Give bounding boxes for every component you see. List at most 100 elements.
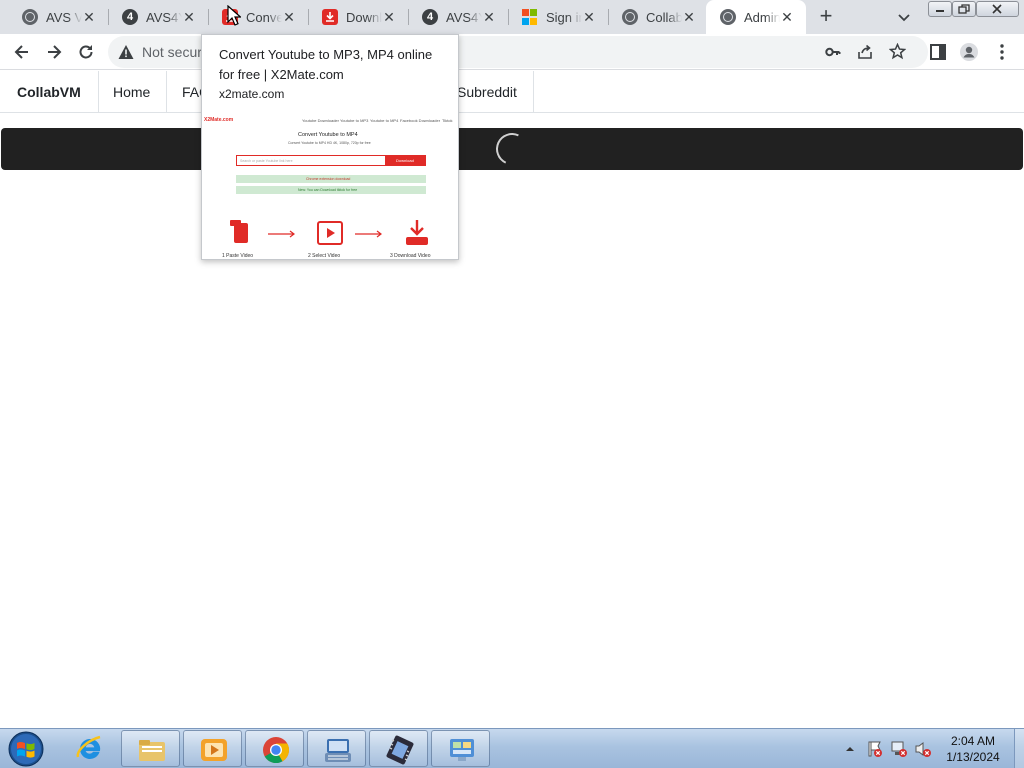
profile-icon[interactable] [959, 42, 979, 62]
close-window-button[interactable] [976, 1, 1019, 17]
back-arrow-icon[interactable] [12, 42, 32, 62]
thumb-search-input: Search or paste Youtube link here [236, 155, 386, 166]
taskbar-explorer[interactable] [121, 730, 180, 767]
tab-title: AVS4YOU [446, 10, 482, 25]
new-tab-button[interactable]: + [815, 5, 837, 28]
thumb-nav-item: Tiktok [442, 118, 453, 123]
restore-button[interactable] [952, 1, 976, 17]
tab-title: Convert [246, 10, 282, 25]
hover-card-domain: x2mate.com [219, 87, 285, 101]
thumb-notice: Chrome extension download [236, 175, 426, 183]
control-panel-icon [450, 739, 474, 761]
close-icon[interactable]: ✕ [482, 10, 496, 24]
tab-strip: AVS Video ✕ 4 AVS4YOU ✕ Convert ✕ Downlo [0, 0, 1024, 34]
close-icon[interactable]: ✕ [282, 10, 296, 24]
thumb-notice-text: Chrome extension download [306, 177, 351, 181]
tab-avs-video[interactable]: AVS Video ✕ [8, 0, 108, 34]
thumb-steps-icons [230, 220, 428, 245]
download-icon [410, 220, 424, 236]
tab-sign-in[interactable]: Sign in ✕ [508, 0, 608, 34]
browser-toolbar: Not secure [0, 34, 1024, 70]
globe-icon [22, 9, 38, 25]
menu-icon[interactable] [992, 42, 1012, 62]
media-player-icon [201, 739, 227, 761]
chrome-icon [263, 737, 290, 764]
tab-convert[interactable]: Convert ✕ [208, 0, 308, 34]
tab-separator [508, 9, 509, 25]
forward-arrow-icon[interactable] [44, 42, 64, 62]
nav-home[interactable]: Home [97, 71, 168, 113]
hover-card-thumbnail: X2Mate.com Youtube Downloader Youtube to… [202, 113, 458, 259]
share-icon[interactable] [857, 44, 873, 60]
tab-title: Download [346, 10, 382, 25]
thumb-step-label: 3 Download Video [390, 253, 431, 259]
close-window-icon [992, 4, 1002, 14]
close-icon[interactable]: ✕ [582, 10, 596, 24]
screen: AVS Video ✕ 4 AVS4YOU ✕ Convert ✕ Downlo [0, 0, 1024, 768]
tab-admin[interactable]: Admin ✕ [706, 0, 806, 34]
taskbar-keyboard[interactable] [307, 730, 366, 767]
taskbar-movie-maker[interactable] [369, 730, 428, 767]
thumb-input-placeholder: Search or paste Youtube link here [240, 159, 293, 163]
thumb-nav-item: Youtube to MP4 [370, 118, 399, 123]
thumb-notice-text: New: You can Download tiktok for free [298, 188, 358, 192]
tab-title: Sign in [546, 10, 582, 25]
close-icon[interactable]: ✕ [382, 10, 396, 24]
side-panel-icon[interactable] [928, 42, 948, 62]
close-icon[interactable]: ✕ [182, 10, 196, 24]
thumb-download-label: Download [396, 158, 414, 163]
tab-separator [308, 9, 309, 25]
restore-icon [958, 4, 970, 14]
tab-title: AVS Video [46, 10, 82, 25]
taskbar-media-player[interactable] [183, 730, 242, 767]
tab-title: Admin [744, 10, 780, 25]
thumb-nav-item: Youtube Downloader [302, 118, 339, 123]
clock-date: 1/13/2024 [946, 750, 1000, 764]
site-navbar: CollabVM Home FAQ Subreddit [0, 71, 1024, 113]
folder-icon [139, 740, 165, 761]
tab-collab[interactable]: Collab ✕ [608, 0, 708, 34]
clock-time: 2:04 AM [950, 734, 996, 748]
key-icon[interactable] [825, 44, 841, 60]
tab-separator [208, 9, 209, 25]
tab-hover-card: Convert Youtube to MP3, MP4 online for f… [201, 34, 459, 260]
hover-card-title: Convert Youtube to MP3, MP4 online for f… [219, 47, 433, 82]
thumb-nav-item: Facebook Downloader [400, 118, 441, 123]
warning-icon[interactable] [118, 44, 134, 60]
avs4you-icon: 4 [122, 9, 138, 25]
brand-link[interactable]: CollabVM [0, 71, 99, 113]
security-status-text: Not secure [142, 44, 210, 60]
thumb-logo: X2Mate.com [204, 117, 234, 123]
on-screen-keyboard-icon [325, 739, 351, 762]
network-icon[interactable] [890, 740, 908, 758]
close-icon[interactable]: ✕ [82, 10, 96, 24]
tab-search-icon[interactable] [896, 9, 912, 25]
volume-muted-icon[interactable] [914, 740, 932, 758]
minimize-button[interactable] [928, 1, 952, 17]
tab-avs4you-2[interactable]: 4 AVS4YOU ✕ [408, 0, 508, 34]
thumb-subheading: Convert Youtube to MP4 HD 4K, 1080p, 720… [288, 141, 371, 145]
tab-separator [408, 9, 409, 25]
thumb-nav-item: Youtube to MP3 [340, 118, 369, 123]
start-button[interactable] [6, 731, 46, 767]
thumb-step-label: 1 Paste Video [222, 253, 254, 259]
internet-explorer-icon [76, 735, 101, 759]
tab-separator [108, 9, 109, 25]
x2mate-icon [322, 9, 338, 25]
taskbar-control-panel[interactable] [431, 730, 490, 767]
close-icon[interactable]: ✕ [780, 10, 794, 24]
close-icon[interactable]: ✕ [682, 10, 696, 24]
tab-download[interactable]: Download ✕ [308, 0, 408, 34]
taskbar-chrome[interactable] [245, 730, 304, 767]
tab-avs4you[interactable]: 4 AVS4YOU ✕ [108, 0, 208, 34]
tab-title: AVS4YOU [146, 10, 182, 25]
star-icon[interactable] [889, 43, 906, 60]
show-hidden-icons-icon[interactable] [844, 743, 856, 755]
globe-icon [720, 9, 736, 25]
reload-icon[interactable] [76, 42, 96, 62]
taskbar-ie[interactable] [60, 730, 119, 767]
show-desktop-button[interactable] [1014, 729, 1024, 768]
action-center-icon[interactable] [866, 740, 884, 758]
clock[interactable]: 2:04 AM 1/13/2024 [940, 733, 1006, 765]
thumb-step-label: 2 Select Video [308, 253, 341, 259]
